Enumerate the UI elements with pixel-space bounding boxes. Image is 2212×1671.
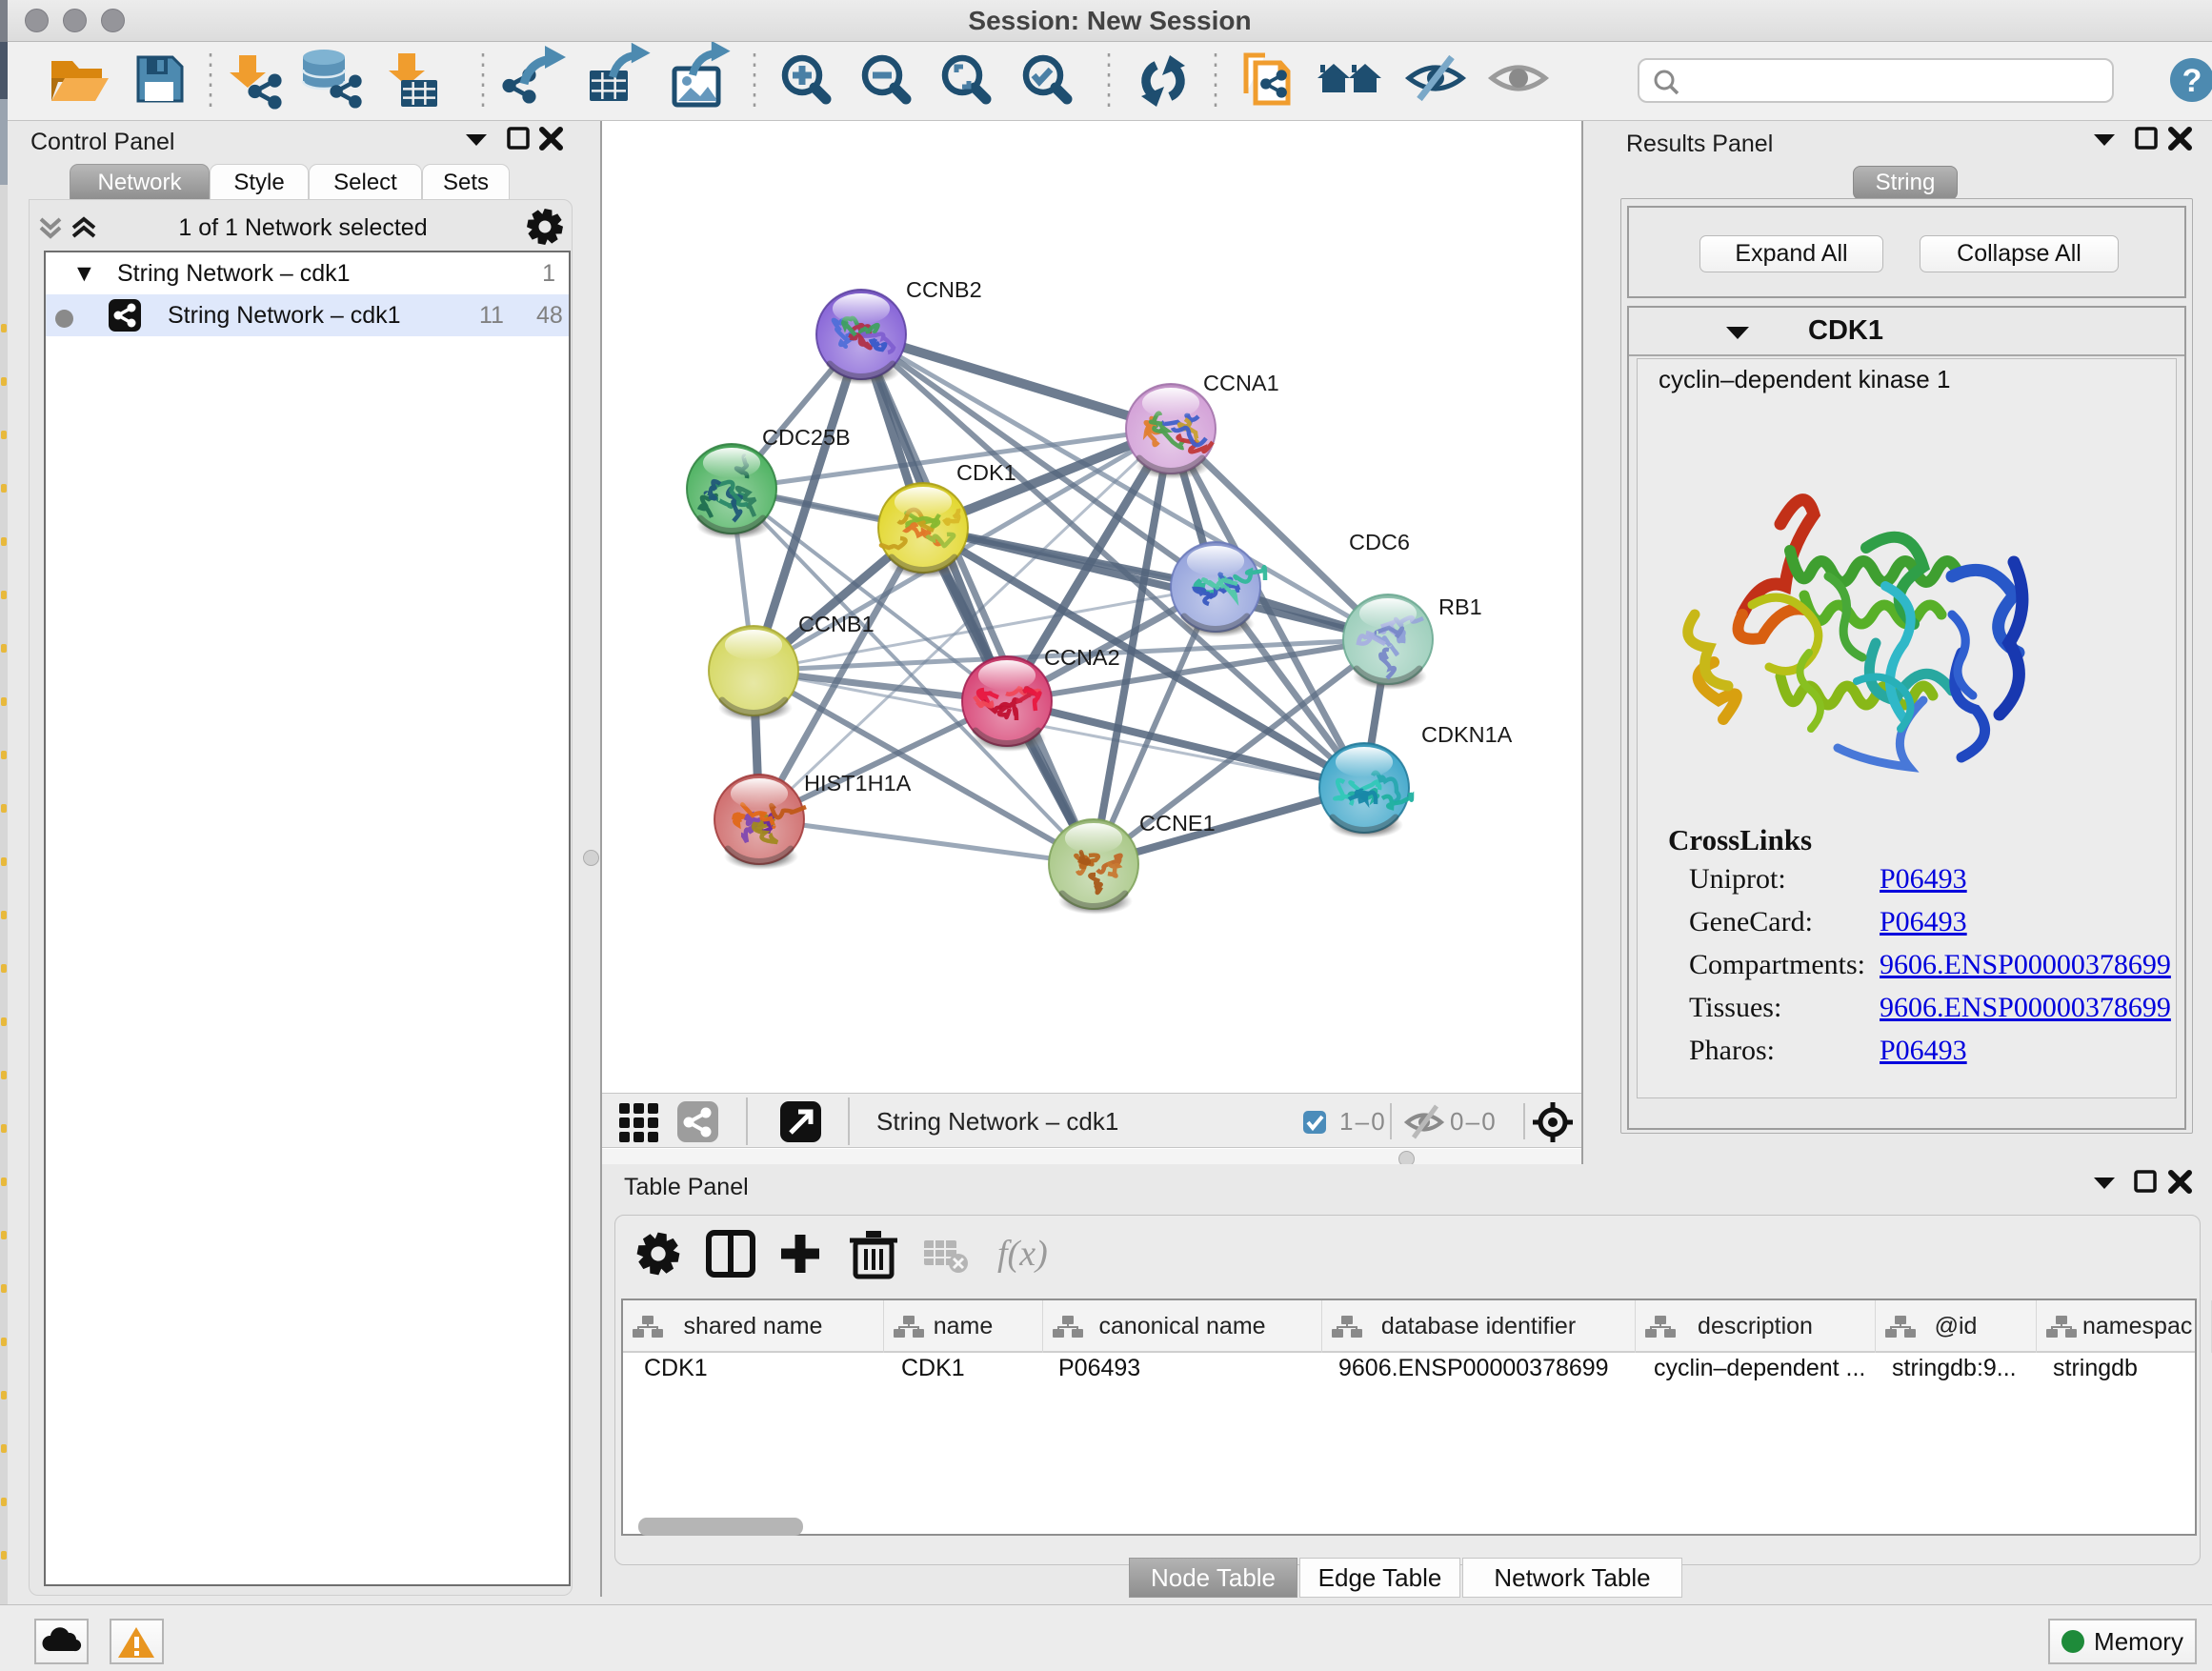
svg-text:CDC25B: CDC25B	[762, 425, 851, 450]
svg-text:CCNB2: CCNB2	[906, 277, 982, 302]
svg-text:CDKN1A: CDKN1A	[1421, 722, 1513, 747]
svg-text:CDC6: CDC6	[1349, 530, 1410, 554]
svg-text:?: ?	[2182, 63, 2202, 99]
svg-text:CCNB1: CCNB1	[798, 612, 875, 636]
svg-text:HIST1H1A: HIST1H1A	[804, 771, 912, 795]
svg-text:CCNA1: CCNA1	[1203, 371, 1279, 395]
svg-text:CCNE1: CCNE1	[1139, 811, 1216, 836]
svg-text:1 of 1 Network selected: 1 of 1 Network selected	[178, 214, 427, 241]
svg-text:0 – 0: 0 – 0	[1450, 1107, 1496, 1136]
svg-text:CCNA2: CCNA2	[1044, 645, 1120, 670]
svg-text:f(x): f(x)	[997, 1234, 1048, 1274]
svg-text:CDK1: CDK1	[956, 460, 1016, 485]
svg-text:RB1: RB1	[1438, 594, 1482, 619]
svg-text:String Network – cdk1: String Network – cdk1	[876, 1107, 1118, 1136]
svg-text:1 – 0: 1 – 0	[1339, 1107, 1385, 1136]
